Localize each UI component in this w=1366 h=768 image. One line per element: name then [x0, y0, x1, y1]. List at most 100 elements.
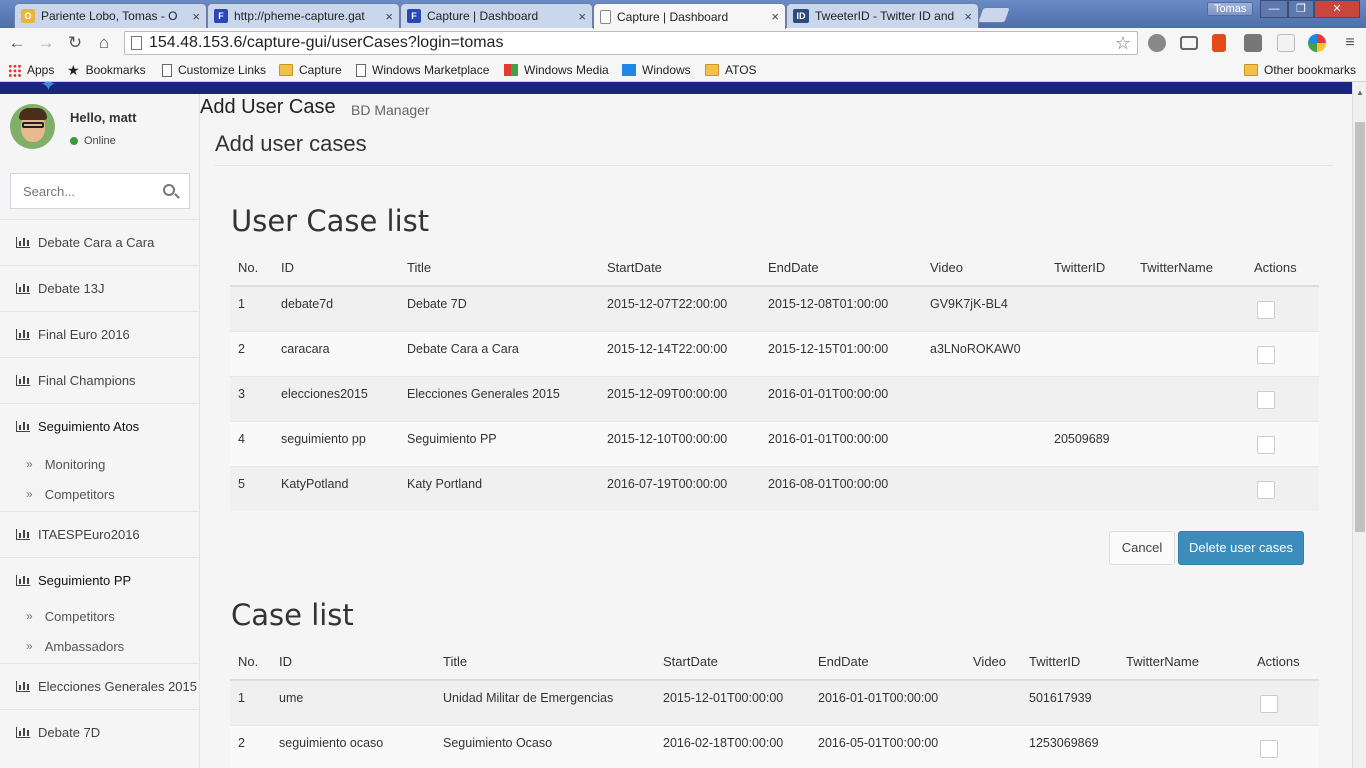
sidebar-item-debate-13j[interactable]: Debate 13J — [0, 265, 200, 311]
chevron-right-icon: » — [26, 487, 33, 501]
bookmark-windows[interactable]: Windows — [622, 61, 691, 79]
tab-close-icon[interactable]: × — [385, 9, 393, 24]
column-header[interactable]: StartDate — [655, 643, 810, 681]
column-header[interactable]: No. — [230, 249, 273, 287]
sidebar-item-debate-7d[interactable]: Debate 7D — [0, 709, 200, 755]
tab-close-icon[interactable]: × — [192, 9, 200, 24]
browser-tab[interactable]: ID TweeterID - Twitter ID and × — [786, 3, 979, 28]
sidebar-item-seguimiento-pp[interactable]: Seguimiento PP — [0, 557, 200, 603]
column-header[interactable]: Title — [435, 643, 655, 681]
bookmark-windows-media[interactable]: Windows Media — [504, 61, 609, 79]
bookmark-customize-links[interactable]: Customize Links — [162, 61, 266, 79]
row-checkbox[interactable] — [1260, 695, 1278, 713]
menu-icon[interactable]: ≡ — [1340, 33, 1360, 53]
sidebar-item-debate-cara-a-cara[interactable]: Debate Cara a Cara — [0, 219, 200, 265]
scrollbar-thumb[interactable] — [1355, 122, 1365, 532]
search-input[interactable] — [11, 174, 151, 208]
cell-twittername — [1132, 330, 1246, 376]
column-header[interactable]: Actions — [1249, 643, 1319, 681]
bookmark-apps[interactable]: Apps — [8, 61, 54, 79]
sidebar-subitem-ambassadors[interactable]: » Ambassadors — [0, 631, 200, 661]
sidebar-item-final-euro-2016[interactable]: Final Euro 2016 — [0, 311, 200, 357]
folder-icon — [1244, 64, 1258, 76]
column-header[interactable]: Actions — [1246, 249, 1319, 287]
cell-startdate: 2015-12-07T22:00:00 — [599, 285, 760, 331]
scroll-up-icon[interactable]: ▲ — [1356, 88, 1364, 97]
sidebar-subitem-competitors[interactable]: » Competitors — [0, 601, 200, 631]
column-header[interactable]: TwitterName — [1132, 249, 1246, 287]
profile-button[interactable]: Tomas — [1207, 2, 1254, 16]
cell-title: Debate 7D — [399, 285, 599, 331]
column-header[interactable]: TwitterID — [1021, 643, 1118, 681]
avatar — [10, 104, 55, 149]
page-scrollbar[interactable]: ▲ — [1352, 82, 1366, 768]
reload-button[interactable]: ↻ — [65, 33, 85, 53]
sidebar-item-itaespeuro2016[interactable]: ITAESPEuro2016 — [0, 511, 200, 557]
search-icon[interactable] — [163, 184, 175, 196]
bookmark-windows-marketplace[interactable]: Windows Marketplace — [356, 61, 491, 79]
bookmark-capture[interactable]: Capture — [279, 61, 342, 79]
windows-flag-icon — [504, 64, 518, 76]
row-checkbox[interactable] — [1257, 480, 1275, 499]
cell-video — [922, 375, 1046, 421]
column-header[interactable]: ID — [271, 643, 435, 681]
tab-close-icon[interactable]: × — [964, 9, 972, 24]
cast-icon[interactable] — [1180, 36, 1198, 50]
sidebar-subitem-label: Monitoring — [44, 456, 106, 472]
sidebar-item-seguimiento-atos[interactable]: Seguimiento Atos — [0, 403, 200, 449]
minimize-button[interactable]: — — [1260, 0, 1288, 18]
bookmark-bookmarks[interactable]: ★ Bookmarks — [67, 61, 146, 79]
column-header[interactable]: Title — [399, 249, 599, 287]
cell-title: Debate Cara a Cara — [399, 330, 599, 376]
forward-button[interactable]: → — [36, 33, 56, 53]
home-button[interactable]: ⌂ — [94, 33, 114, 53]
other-bookmarks[interactable]: Other bookmarks — [1244, 61, 1356, 79]
sidebar-item-final-champions[interactable]: Final Champions — [0, 357, 200, 403]
close-window-button[interactable]: ✕ — [1314, 0, 1360, 18]
sidebar-subitem-monitoring[interactable]: » Monitoring — [0, 449, 200, 479]
bookmark-atos[interactable]: ATOS — [705, 61, 757, 79]
extension-icon[interactable] — [1244, 34, 1262, 52]
bookmark-label: Bookmarks — [85, 63, 146, 77]
delete-user-cases-button[interactable]: Delete user cases — [1178, 531, 1304, 565]
column-header[interactable]: No. — [230, 643, 271, 681]
row-checkbox[interactable] — [1257, 390, 1275, 409]
tab-close-icon[interactable]: × — [771, 9, 779, 24]
back-button[interactable]: ← — [7, 33, 27, 53]
cell-no: 2 — [230, 724, 271, 768]
row-checkbox[interactable] — [1257, 345, 1275, 364]
row-checkbox[interactable] — [1257, 435, 1275, 454]
browser-tab[interactable]: O Pariente Lobo, Tomas - O × — [14, 3, 207, 28]
sidebar-item-elecciones-generales-2015[interactable]: Elecciones Generales 2015 — [0, 663, 200, 709]
new-tab-button[interactable] — [977, 7, 1011, 23]
maximize-button[interactable]: ❐ — [1288, 0, 1314, 18]
column-header[interactable]: Video — [965, 643, 1021, 681]
bookmark-star-icon[interactable]: ☆ — [1115, 32, 1131, 54]
column-header[interactable]: StartDate — [599, 249, 760, 287]
column-header[interactable]: Video — [922, 249, 1046, 287]
column-header[interactable]: EndDate — [810, 643, 965, 681]
tab-close-icon[interactable]: × — [578, 9, 586, 24]
bookmark-label: Other bookmarks — [1264, 63, 1357, 77]
browser-tab[interactable]: F http://pheme-capture.gat × — [207, 3, 400, 28]
address-bar[interactable]: 154.48.153.6/capture-gui/userCases?login… — [124, 31, 1138, 55]
extension-icon[interactable] — [1148, 34, 1166, 52]
column-header[interactable]: ID — [273, 249, 399, 287]
column-header[interactable]: TwitterName — [1118, 643, 1249, 681]
browser-tab-active[interactable]: Capture | Dashboard × — [593, 3, 786, 29]
cell-twitterid: 20509689 — [1046, 420, 1132, 466]
column-header[interactable]: EndDate — [760, 249, 922, 287]
column-header[interactable]: TwitterID — [1046, 249, 1132, 287]
extension-icon[interactable] — [1308, 34, 1326, 52]
extension-icon[interactable] — [1277, 34, 1295, 52]
row-checkbox[interactable] — [1257, 301, 1275, 319]
chevron-right-icon: » — [26, 639, 33, 653]
sidebar-subitem-competitors[interactable]: » Competitors — [0, 479, 200, 509]
browser-tab[interactable]: F Capture | Dashboard × — [400, 3, 593, 28]
cell-twitterid: 1253069869 — [1021, 724, 1118, 768]
row-checkbox[interactable] — [1260, 739, 1278, 758]
cancel-button[interactable]: Cancel — [1109, 531, 1175, 565]
case-list-title: Case list — [231, 598, 354, 632]
cell-startdate: 2015-12-09T00:00:00 — [599, 375, 760, 421]
office-icon[interactable] — [1212, 34, 1226, 52]
